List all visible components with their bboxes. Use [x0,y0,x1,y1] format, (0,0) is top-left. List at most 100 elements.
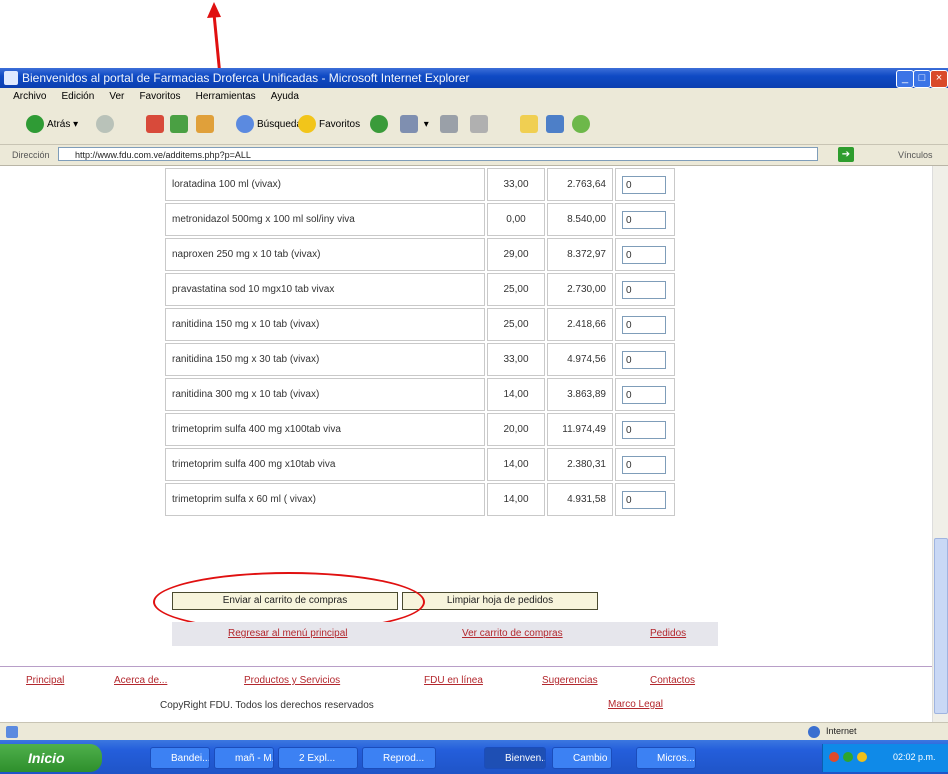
product-price: 4.974,56 [547,343,613,376]
footer-link-principal[interactable]: Principal [26,675,64,686]
quantity-input[interactable]: 0 [622,420,666,439]
clock: 02:02 p.m. [893,752,936,762]
product-price: 2.380,31 [547,448,613,481]
taskbar-item[interactable]: Bandei... [150,747,210,769]
tray-icon[interactable] [843,752,853,762]
menu-item-edicion[interactable]: Edición [55,88,100,106]
product-price: 11.974,49 [547,413,613,446]
quantity-input[interactable]: 0 [622,245,666,264]
stop-button[interactable] [146,114,167,136]
mail-button[interactable]: ▾ [400,114,429,136]
main-menu-link[interactable]: Regresar al menú principal [228,628,348,639]
menu-item-ayuda[interactable]: Ayuda [265,88,305,106]
quantity-input[interactable]: 0 [622,455,666,474]
product-percent: 25,00 [487,308,545,341]
footer-link-products[interactable]: Productos y Servicios [244,675,340,686]
product-percent: 14,00 [487,448,545,481]
scrollbar-thumb[interactable] [934,538,948,714]
product-qty-cell: 0 [615,413,675,446]
menu-item-archivo[interactable]: Archivo [7,88,52,106]
stop-icon [146,115,164,134]
quantity-input[interactable]: 0 [622,210,666,229]
back-button[interactable]: Atrás ▾ [26,114,78,136]
page-icon [6,726,18,738]
start-button[interactable]: Inicio [0,744,102,772]
quantity-input[interactable]: 0 [622,315,666,334]
product-qty-cell: 0 [615,448,675,481]
favorites-button[interactable]: Favoritos [298,114,360,136]
search-button[interactable]: Búsqueda [236,114,302,136]
quantity-input[interactable]: 0 [622,490,666,509]
products-table: loratadina 100 ml (vivax) 33,00 2.763,64… [163,166,677,518]
product-price: 4.931,58 [547,483,613,516]
vertical-scrollbar[interactable] [932,166,948,722]
search-icon [236,115,254,134]
folder-button[interactable] [520,114,541,136]
globe-icon [808,726,820,738]
menu-item-herramientas[interactable]: Herramientas [190,88,262,106]
forward-button[interactable] [96,114,117,136]
go-button[interactable]: ➔ [838,147,854,162]
tray-icon[interactable] [829,752,839,762]
menu-item-favoritos[interactable]: Favoritos [133,88,186,106]
footer-link-suggestions[interactable]: Sugerencias [542,675,598,686]
footer-link-online[interactable]: FDU en línea [424,675,483,686]
messenger-button[interactable] [572,114,593,136]
legal-link[interactable]: Marco Legal [608,699,663,710]
footer-link-contacts[interactable]: Contactos [650,675,695,686]
product-price: 8.372,97 [547,238,613,271]
taskbar-item[interactable]: Bienven... [484,747,546,769]
quantity-input[interactable]: 0 [622,175,666,194]
research-button[interactable] [546,114,567,136]
table-row: ranitidina 150 mg x 10 tab (vivax) 25,00… [165,308,675,341]
clear-order-sheet-button[interactable]: Limpiar hoja de pedidos [402,592,598,610]
table-row: naproxen 250 mg x 10 tab (vivax) 29,00 8… [165,238,675,271]
window-titlebar: Bienvenidos al portal de Farmacias Drofe… [0,68,948,88]
print-button[interactable] [440,114,461,136]
close-icon[interactable]: × [930,70,948,88]
product-percent: 25,00 [487,273,545,306]
product-percent: 33,00 [487,168,545,201]
taskbar-item[interactable]: Cambio ... [552,747,612,769]
taskbar-item[interactable]: 2 Expl... [278,747,358,769]
window-title: Bienvenidos al portal de Farmacias Drofe… [22,71,470,85]
toolbar: Atrás ▾ Búsqueda Favoritos ▾ [0,106,948,145]
table-row: loratadina 100 ml (vivax) 33,00 2.763,64… [165,168,675,201]
system-tray: 02:02 p.m. [822,744,948,772]
product-name: ranitidina 150 mg x 10 tab (vivax) [165,308,485,341]
footer: Principal Acerca de... Productos y Servi… [0,666,932,723]
quantity-input[interactable]: 0 [622,350,666,369]
taskbar-item[interactable]: Reprod... [362,747,436,769]
product-name: loratadina 100 ml (vivax) [165,168,485,201]
taskbar-item[interactable]: mañ - M... [214,747,274,769]
copyright-text: CopyRight FDU. Todos los derechos reserv… [160,700,374,711]
view-cart-link[interactable]: Ver carrito de compras [462,628,563,639]
product-qty-cell: 0 [615,273,675,306]
product-name: trimetoprim sulfa x 60 ml ( vivax) [165,483,485,516]
product-name: trimetoprim sulfa 400 mg x10tab viva [165,448,485,481]
menu-item-ver[interactable]: Ver [103,88,130,106]
quantity-input[interactable]: 0 [622,280,666,299]
refresh-button[interactable] [170,114,191,136]
minimize-icon[interactable]: _ [896,70,914,88]
links-label[interactable]: Vínculos [898,145,933,165]
back-arrow-icon [26,115,44,134]
address-input[interactable]: http://www.fdu.com.ve/additems.php?p=ALL [58,147,818,161]
orders-link[interactable]: Pedidos [650,628,686,639]
quantity-input[interactable]: 0 [622,385,666,404]
maximize-icon[interactable]: □ [913,70,931,88]
product-price: 8.540,00 [547,203,613,236]
home-button[interactable] [196,114,217,136]
print-icon [440,115,458,134]
tray-icon[interactable] [857,752,867,762]
product-qty-cell: 0 [615,308,675,341]
footer-link-about[interactable]: Acerca de... [114,675,167,686]
edit-button[interactable] [470,114,491,136]
refresh-icon [170,115,188,134]
product-percent: 0,00 [487,203,545,236]
history-button[interactable] [370,114,391,136]
product-name: naproxen 250 mg x 10 tab (vivax) [165,238,485,271]
product-percent: 14,00 [487,378,545,411]
taskbar-item[interactable]: Micros... [636,747,696,769]
product-percent: 33,00 [487,343,545,376]
